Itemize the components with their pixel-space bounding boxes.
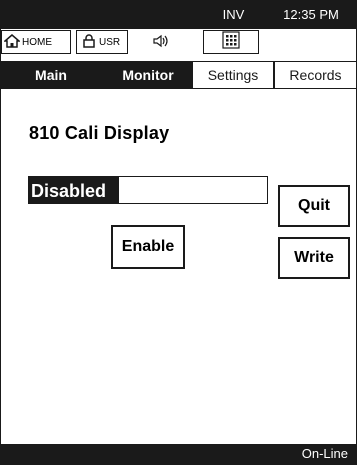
tab-settings[interactable]: Settings [193,62,273,88]
device-screen: INV 12:35 PM HOME USR Main Monitor Setti… [0,0,357,465]
connection-status: On-Line [301,446,348,461]
user-label: USR [99,36,121,48]
page-title: 810 Cali Display [29,123,170,143]
home-icon [2,33,22,51]
clock: 12:35 PM [283,7,339,22]
status-value: Disabled [29,177,119,203]
lock-icon [83,33,95,51]
quit-button[interactable]: Quit [278,185,350,227]
keypad-icon [222,30,240,54]
inventory-indicator: INV [222,7,245,22]
write-button[interactable]: Write [278,237,350,279]
home-button[interactable]: HOME [1,30,71,54]
top-status-bar: INV 12:35 PM [1,1,356,29]
tab-monitor[interactable]: Monitor [103,62,193,88]
footer-bar: On-Line [1,444,356,464]
tab-main[interactable]: Main [1,62,101,88]
tab-records[interactable]: Records [275,62,356,88]
home-label: HOME [22,36,52,48]
tab-bar: Main Monitor Settings Records [1,61,356,90]
user-button[interactable]: USR [76,30,128,54]
speaker-icon [152,34,170,51]
status-field: Disabled [28,176,268,204]
alarm-button[interactable] [131,30,191,54]
enable-button[interactable]: Enable [111,225,185,269]
keypad-button[interactable] [203,30,259,54]
